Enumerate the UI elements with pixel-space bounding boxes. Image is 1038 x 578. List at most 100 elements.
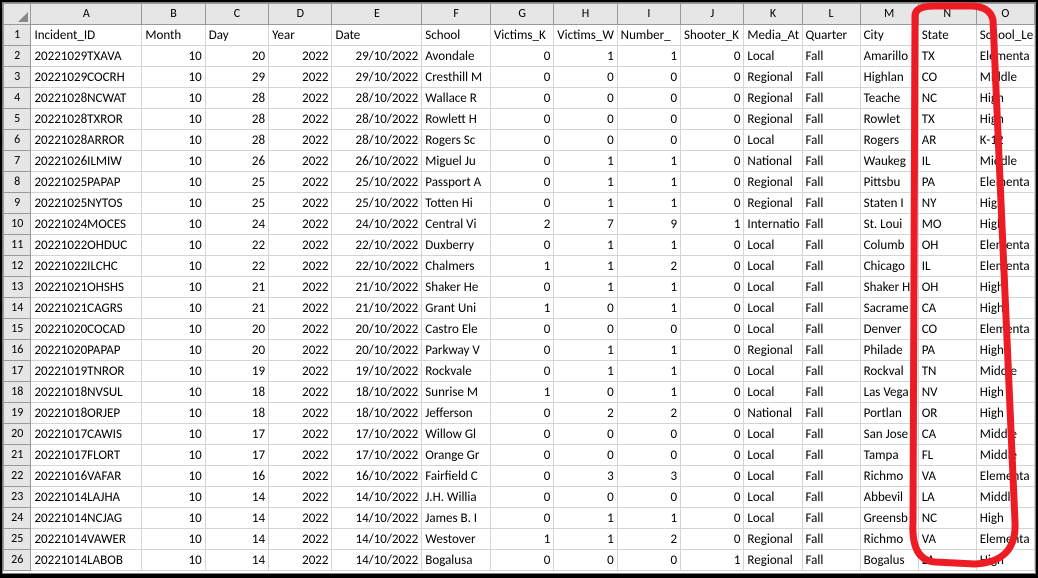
cell-N6[interactable]: AR (918, 130, 976, 151)
column-header-F[interactable]: F (422, 4, 491, 25)
cell-F25[interactable]: Westover (422, 529, 491, 550)
cell-A13[interactable]: 20221021OHSHS (31, 277, 142, 298)
cell-H7[interactable]: 1 (554, 151, 617, 172)
spreadsheet[interactable]: ABCDEFGHIJKLMNO 1Incident_IDMonthDayYear… (2, 2, 1036, 574)
cell-G16[interactable]: 0 (490, 340, 553, 361)
cell-C6[interactable]: 28 (205, 130, 268, 151)
cell-N25[interactable]: VA (918, 529, 976, 550)
cell-A4[interactable]: 20221028NCWAT (31, 88, 142, 109)
cell-D3[interactable]: 2022 (269, 67, 332, 88)
cell-N23[interactable]: LA (918, 487, 976, 508)
column-header-N[interactable]: N (918, 4, 976, 25)
cell-K5[interactable]: Regional (744, 109, 802, 130)
cell-H6[interactable]: 0 (554, 130, 617, 151)
cell-E23[interactable]: 14/10/2022 (332, 487, 422, 508)
cell-J21[interactable]: 0 (681, 445, 744, 466)
cell-B12[interactable]: 10 (142, 256, 205, 277)
cell-M16[interactable]: Philade (860, 340, 918, 361)
cell-L7[interactable]: Fall (802, 151, 860, 172)
cell-F13[interactable]: Shaker He (422, 277, 491, 298)
row-header-18[interactable]: 18 (4, 382, 31, 403)
cell-A5[interactable]: 20221028TXROR (31, 109, 142, 130)
cell-D26[interactable]: 2022 (269, 550, 332, 571)
cell-H25[interactable]: 1 (554, 529, 617, 550)
cell-D22[interactable]: 2022 (269, 466, 332, 487)
cell-G4[interactable]: 0 (490, 88, 553, 109)
cell-H15[interactable]: 0 (554, 319, 617, 340)
cell-A22[interactable]: 20221016VAFAR (31, 466, 142, 487)
cell-D19[interactable]: 2022 (269, 403, 332, 424)
column-header-I[interactable]: I (617, 4, 680, 25)
cell-N20[interactable]: CA (918, 424, 976, 445)
cell-I16[interactable]: 1 (617, 340, 680, 361)
cell-B13[interactable]: 10 (142, 277, 205, 298)
cell-C13[interactable]: 21 (205, 277, 268, 298)
column-header-C[interactable]: C (205, 4, 268, 25)
cell-H18[interactable]: 0 (554, 382, 617, 403)
cell-C11[interactable]: 22 (205, 235, 268, 256)
cell-B5[interactable]: 10 (142, 109, 205, 130)
cell-E2[interactable]: 29/10/2022 (332, 46, 422, 67)
cell-F24[interactable]: James B. I (422, 508, 491, 529)
cell-H8[interactable]: 1 (554, 172, 617, 193)
cell-L17[interactable]: Fall (802, 361, 860, 382)
cell-E20[interactable]: 17/10/2022 (332, 424, 422, 445)
cell-K18[interactable]: Local (744, 382, 802, 403)
cell-E11[interactable]: 22/10/2022 (332, 235, 422, 256)
cell-F21[interactable]: Orange Gr (422, 445, 491, 466)
row-header-2[interactable]: 2 (4, 46, 31, 67)
cell-M12[interactable]: Chicago (860, 256, 918, 277)
cell-G3[interactable]: 0 (490, 67, 553, 88)
cell-C8[interactable]: 25 (205, 172, 268, 193)
cell-B11[interactable]: 10 (142, 235, 205, 256)
cell-I18[interactable]: 1 (617, 382, 680, 403)
row-header-11[interactable]: 11 (4, 235, 31, 256)
cell-L14[interactable]: Fall (802, 298, 860, 319)
cell-K16[interactable]: Regional (744, 340, 802, 361)
cell-C16[interactable]: 20 (205, 340, 268, 361)
cell-K7[interactable]: National (744, 151, 802, 172)
cell-A24[interactable]: 20221014NCJAG (31, 508, 142, 529)
cell-C21[interactable]: 17 (205, 445, 268, 466)
cell-N22[interactable]: VA (918, 466, 976, 487)
cell-F15[interactable]: Castro Ele (422, 319, 491, 340)
cell-B4[interactable]: 10 (142, 88, 205, 109)
cell-B15[interactable]: 10 (142, 319, 205, 340)
cell-O15[interactable]: Elementa (976, 319, 1034, 340)
cell-D9[interactable]: 2022 (269, 193, 332, 214)
column-header-K[interactable]: K (744, 4, 802, 25)
cell-J20[interactable]: 0 (681, 424, 744, 445)
cell-H13[interactable]: 1 (554, 277, 617, 298)
cell-A11[interactable]: 20221022OHDUC (31, 235, 142, 256)
cell-K17[interactable]: Local (744, 361, 802, 382)
cell-K1[interactable]: Media_At (744, 25, 802, 46)
cell-J11[interactable]: 0 (681, 235, 744, 256)
cell-L5[interactable]: Fall (802, 109, 860, 130)
cell-O17[interactable]: Middle (976, 361, 1034, 382)
row-header-20[interactable]: 20 (4, 424, 31, 445)
cell-F6[interactable]: Rogers Sc (422, 130, 491, 151)
cell-M23[interactable]: Abbevil (860, 487, 918, 508)
cell-C2[interactable]: 20 (205, 46, 268, 67)
cell-J7[interactable]: 0 (681, 151, 744, 172)
cell-E25[interactable]: 14/10/2022 (332, 529, 422, 550)
cell-F16[interactable]: Parkway V (422, 340, 491, 361)
cell-A23[interactable]: 20221014LAJHA (31, 487, 142, 508)
cell-C24[interactable]: 14 (205, 508, 268, 529)
cell-C19[interactable]: 18 (205, 403, 268, 424)
cell-M18[interactable]: Las Vega (860, 382, 918, 403)
cell-J25[interactable]: 0 (681, 529, 744, 550)
cell-L15[interactable]: Fall (802, 319, 860, 340)
cell-J4[interactable]: 0 (681, 88, 744, 109)
cell-C10[interactable]: 24 (205, 214, 268, 235)
cell-O23[interactable]: Middle (976, 487, 1034, 508)
cell-A19[interactable]: 20221018ORJEP (31, 403, 142, 424)
row-header-16[interactable]: 16 (4, 340, 31, 361)
cell-E17[interactable]: 19/10/2022 (332, 361, 422, 382)
cell-B3[interactable]: 10 (142, 67, 205, 88)
cell-N14[interactable]: CA (918, 298, 976, 319)
cell-B24[interactable]: 10 (142, 508, 205, 529)
cell-B19[interactable]: 10 (142, 403, 205, 424)
cell-H20[interactable]: 0 (554, 424, 617, 445)
cell-O13[interactable]: High (976, 277, 1034, 298)
